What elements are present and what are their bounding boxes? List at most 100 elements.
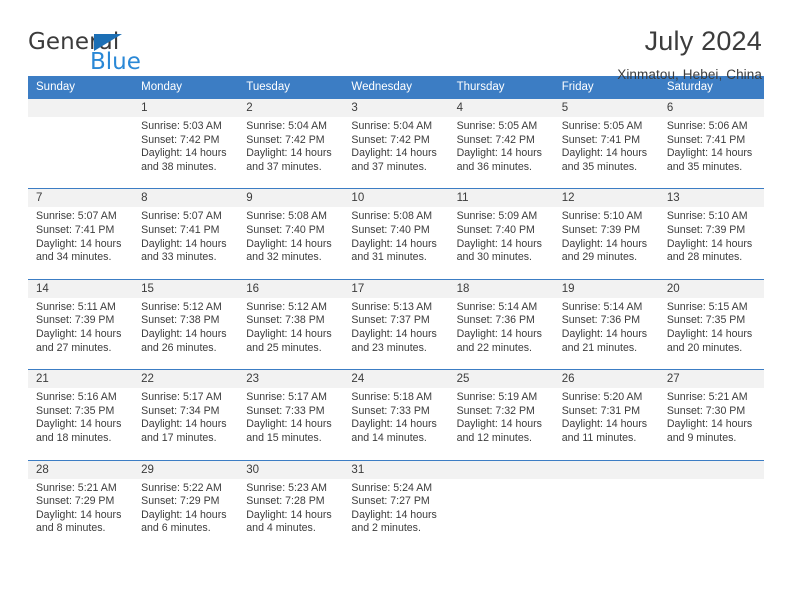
- week-detail-row: Sunrise: 5:11 AM Sunset: 7:39 PM Daylight:…: [28, 297, 764, 362]
- daylight-text-line2: and 15 minutes.: [246, 431, 322, 444]
- day-number-cell[interactable]: 10: [343, 188, 449, 208]
- week-separator-cell: [28, 270, 134, 280]
- daylight-text-line2: and 35 minutes.: [561, 160, 638, 173]
- day-number-cell[interactable]: 19: [553, 278, 659, 298]
- daylight-text-line1: Daylight: 14 hours: [666, 418, 753, 431]
- daylight-text-line2: and 37 minutes.: [351, 160, 427, 173]
- daylight-text-line1: Daylight: 14 hours: [246, 237, 332, 250]
- daylight-text-line2: and 28 minutes.: [666, 251, 743, 264]
- day-number-cell[interactable]: 11: [448, 188, 554, 208]
- daylight-text-line1: Daylight: 14 hours: [36, 237, 122, 250]
- daylight-text-line2: and 37 minutes.: [246, 160, 322, 173]
- week-separator-cell: [658, 180, 764, 189]
- sunset-text: Sunset: 7:29 PM: [141, 495, 220, 508]
- general-blue-logo[interactable]: General Blue: [28, 26, 158, 74]
- weekday-header-thursday: Thursday: [448, 76, 554, 99]
- sunset-text: Sunset: 7:35 PM: [666, 314, 746, 327]
- sunrise-text: Sunrise: 5:14 AM: [561, 300, 643, 313]
- daylight-text-line1: Daylight: 14 hours: [351, 147, 437, 160]
- day-number-cell[interactable]: 14: [28, 278, 134, 298]
- sunset-text: Sunset: 7:39 PM: [561, 223, 641, 236]
- day-number-cell[interactable]: 28: [28, 459, 134, 479]
- daylight-text-line2: and 29 minutes.: [561, 251, 638, 264]
- day-number-cell[interactable]: 4: [448, 98, 554, 117]
- sunset-text: Sunset: 7:42 PM: [456, 133, 535, 146]
- day-number-cell[interactable]: 7: [28, 188, 134, 208]
- day-number-cell[interactable]: 1: [133, 98, 239, 117]
- week-separator-cell: [133, 361, 239, 370]
- day-number-cell[interactable]: 5: [553, 98, 659, 117]
- day-detail-empty: [448, 478, 554, 542]
- title-block: July 2024 Xinmatou, Hebei, China: [617, 26, 764, 82]
- daylight-text-line2: and 21 minutes.: [561, 341, 638, 354]
- day-number-cell[interactable]: 30: [238, 459, 344, 479]
- sunrise-text: Sunrise: 5:05 AM: [561, 120, 643, 132]
- day-number-cell[interactable]: 6: [658, 98, 764, 117]
- day-detail-cell: Sunrise: 5:10 AM Sunset: 7:39 PM Daylight:…: [553, 207, 659, 271]
- day-number-cell[interactable]: 22: [133, 369, 239, 389]
- day-number-cell[interactable]: 20: [658, 278, 764, 298]
- day-number-cell[interactable]: 17: [343, 278, 449, 298]
- sunrise-text: Sunrise: 5:05 AM: [456, 120, 538, 132]
- day-number-cell[interactable]: 24: [343, 369, 449, 389]
- sunset-text: Sunset: 7:33 PM: [351, 404, 430, 417]
- week-separator-cell: [133, 180, 239, 189]
- day-detail-empty: [658, 478, 764, 542]
- daylight-text-line1: Daylight: 14 hours: [141, 418, 227, 431]
- daylight-text-line1: Daylight: 14 hours: [456, 418, 542, 431]
- sunrise-text: Sunrise: 5:15 AM: [666, 300, 748, 313]
- week-separator: [28, 451, 764, 460]
- daylight-text-line2: and 31 minutes.: [351, 251, 427, 264]
- day-number-cell[interactable]: 9: [238, 188, 344, 208]
- weekday-header-monday: Monday: [133, 76, 239, 99]
- sunset-text: Sunset: 7:30 PM: [666, 404, 746, 417]
- daylight-text-line1: Daylight: 14 hours: [456, 327, 542, 340]
- daylight-text-line1: Daylight: 14 hours: [246, 327, 332, 340]
- day-detail-cell: Sunrise: 5:07 AM Sunset: 7:41 PM Daylight:…: [28, 207, 134, 271]
- daylight-text-line1: Daylight: 14 hours: [561, 237, 648, 250]
- day-number-cell[interactable]: 13: [658, 188, 764, 208]
- daylight-text-line1: Daylight: 14 hours: [36, 327, 122, 340]
- day-detail-cell: Sunrise: 5:18 AM Sunset: 7:33 PM Daylight:…: [343, 388, 449, 452]
- day-number-cell[interactable]: 18: [448, 278, 554, 298]
- day-number-cell[interactable]: 25: [448, 369, 554, 389]
- sunrise-text: Sunrise: 5:21 AM: [666, 391, 748, 404]
- page-header: General Blue July 2024 Xinmatou, Hebei, …: [28, 0, 764, 82]
- week-separator-cell: [553, 180, 659, 189]
- week-separator-cell: [343, 270, 449, 280]
- weekday-header-tuesday: Tuesday: [238, 76, 344, 99]
- daylight-text-line2: and 6 minutes.: [141, 522, 211, 535]
- day-number-cell[interactable]: 16: [238, 278, 344, 298]
- day-number-cell[interactable]: 29: [133, 459, 239, 479]
- daylight-text-line1: Daylight: 14 hours: [351, 327, 437, 340]
- week-separator: [28, 180, 764, 189]
- week-separator-cell: [658, 361, 764, 370]
- sunset-text: Sunset: 7:32 PM: [456, 404, 535, 417]
- day-number-cell[interactable]: 31: [343, 459, 449, 479]
- day-detail-cell: Sunrise: 5:05 AM Sunset: 7:42 PM Daylight:…: [448, 117, 554, 181]
- day-number-cell[interactable]: 26: [553, 369, 659, 389]
- day-number-cell[interactable]: 12: [553, 188, 659, 208]
- week-separator-cell: [28, 451, 134, 460]
- sunset-text: Sunset: 7:42 PM: [246, 133, 325, 146]
- sunset-text: Sunset: 7:39 PM: [666, 223, 746, 236]
- day-detail-cell: Sunrise: 5:12 AM Sunset: 7:38 PM Daylight:…: [238, 297, 344, 362]
- day-detail-cell: Sunrise: 5:07 AM Sunset: 7:41 PM Daylight:…: [133, 207, 239, 271]
- sunrise-text: Sunrise: 5:21 AM: [36, 481, 117, 494]
- week-separator-cell: [448, 270, 554, 280]
- day-detail-cell: Sunrise: 5:10 AM Sunset: 7:39 PM Daylight:…: [658, 207, 764, 271]
- day-number-cell[interactable]: 3: [343, 98, 449, 117]
- day-number-cell[interactable]: 21: [28, 369, 134, 389]
- day-number-cell[interactable]: 27: [658, 369, 764, 389]
- day-number-cell[interactable]: 23: [238, 369, 344, 389]
- day-number-cell[interactable]: 8: [133, 188, 239, 208]
- day-number-empty: [28, 98, 134, 117]
- daylight-text-line1: Daylight: 14 hours: [36, 418, 122, 431]
- day-number-cell[interactable]: 2: [238, 98, 344, 117]
- sunrise-text: Sunrise: 5:06 AM: [666, 120, 748, 132]
- sunset-text: Sunset: 7:38 PM: [141, 314, 220, 327]
- day-number-cell[interactable]: 15: [133, 278, 239, 298]
- sunset-text: Sunset: 7:42 PM: [141, 133, 220, 146]
- sunrise-text: Sunrise: 5:14 AM: [456, 300, 538, 313]
- daylight-text-line1: Daylight: 14 hours: [561, 418, 648, 431]
